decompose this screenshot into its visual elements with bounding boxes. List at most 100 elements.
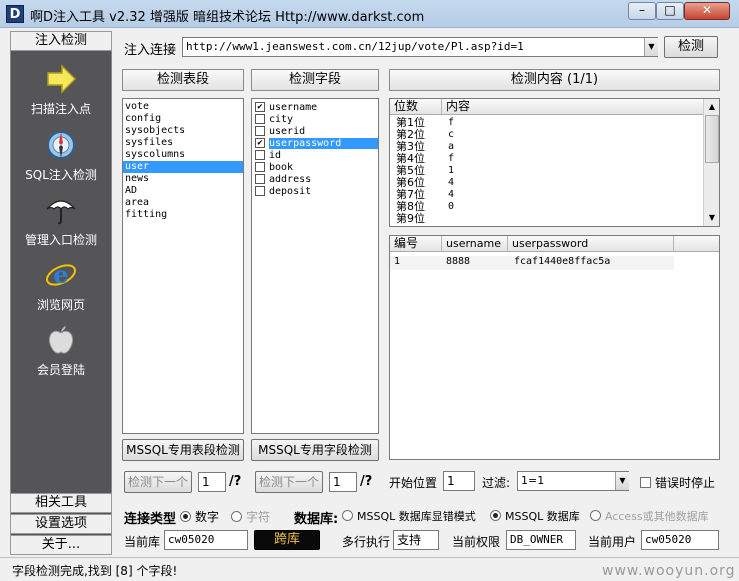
filter-dropdown-icon[interactable]: ▼: [615, 472, 629, 490]
table-next-button[interactable]: 检测下一个: [124, 471, 192, 493]
sidebar-item-member-login[interactable]: 会员登陆: [10, 323, 112, 378]
maximize-button[interactable]: □: [656, 2, 684, 20]
sidebar-item-admin-detect[interactable]: 管理入口检测: [10, 193, 112, 248]
db-access-radio[interactable]: Access或其他数据库: [590, 508, 709, 524]
checkbox-icon[interactable]: [255, 126, 265, 136]
digit-row[interactable]: 第1位 f: [390, 117, 704, 129]
column-header-id[interactable]: 编号: [390, 236, 442, 252]
checkbox-icon[interactable]: [255, 114, 265, 124]
table-list-item[interactable]: vote: [123, 101, 243, 113]
sidebar-tab-injection-detect[interactable]: 注入检测: [10, 31, 112, 51]
radio-on-icon[interactable]: [180, 511, 191, 522]
table-list-item[interactable]: syscolumns: [123, 149, 243, 161]
column-header-username[interactable]: username: [442, 236, 508, 252]
sidebar-item-sql-detect[interactable]: SQL注入检测: [10, 128, 112, 183]
checkbox-icon[interactable]: [255, 174, 265, 184]
field-label: userid: [269, 125, 306, 137]
sidebar-tab-settings[interactable]: 设置选项: [10, 514, 112, 534]
fields-list[interactable]: ✔ username city userid ✔ userpassword id book ad…: [251, 98, 379, 434]
content-panel-header[interactable]: 检测内容 (1/1): [389, 69, 720, 91]
result-grid[interactable]: 编号 username userpassword 1 8888 fcaf1440e8…: [389, 235, 720, 460]
umbrella-icon: [46, 200, 76, 225]
table-list-item[interactable]: news: [123, 173, 243, 185]
cross-db-button[interactable]: 跨库: [254, 530, 320, 550]
field-list-item[interactable]: userid: [252, 125, 378, 137]
stop-on-error-checkbox[interactable]: 错误时停止: [640, 474, 715, 491]
sidebar-item-scan[interactable]: 扫描注入点: [10, 62, 112, 117]
sidebar-tab-about[interactable]: 关于...: [10, 535, 112, 555]
digit-grid[interactable]: 位数 内容 第1位 f 第2位 c 第3位 a 第4位 f 第5位 1 第6位 4 第7位 4 第8位 0 第9…: [389, 98, 720, 227]
digit-row[interactable]: 第5位 1: [390, 165, 704, 177]
url-input[interactable]: http://www1.jeanswest.com.cn/12jup/vote/…: [182, 37, 658, 57]
field-next-button[interactable]: 检测下一个: [255, 471, 323, 493]
current-permission-input[interactable]: DB_OWNER: [506, 530, 576, 550]
digit-row[interactable]: 第8位 0: [390, 201, 704, 213]
db-mssql-error-radio[interactable]: MSSQL 数据库显错模式: [342, 508, 476, 524]
checkbox-icon[interactable]: [640, 477, 651, 488]
sidebar-tab-tools[interactable]: 相关工具: [10, 493, 112, 513]
db-mssql-radio[interactable]: MSSQL 数据库: [490, 508, 580, 524]
scroll-down-icon[interactable]: ▼: [704, 210, 719, 226]
table-list-item[interactable]: AD: [123, 185, 243, 197]
table-list-item[interactable]: config: [123, 113, 243, 125]
field-label: address: [269, 173, 312, 185]
field-list-item[interactable]: deposit: [252, 185, 378, 197]
column-header-userpassword[interactable]: userpassword: [508, 236, 674, 252]
field-list-item[interactable]: id: [252, 149, 378, 161]
field-list-item[interactable]: book: [252, 161, 378, 173]
mssql-field-detect-button[interactable]: MSSQL专用字段检测: [251, 439, 379, 461]
table-list-item[interactable]: area: [123, 197, 243, 209]
url-dropdown-icon[interactable]: ▼: [644, 38, 658, 56]
checkbox-icon[interactable]: [255, 150, 265, 160]
field-list-item[interactable]: city: [252, 113, 378, 125]
current-user-input[interactable]: cw05020: [641, 530, 719, 550]
radio-on-icon[interactable]: [490, 510, 501, 521]
table-list-item[interactable]: user: [123, 161, 243, 173]
radio-off-icon[interactable]: [231, 511, 242, 522]
checkbox-icon[interactable]: [255, 162, 265, 172]
column-header-digit[interactable]: 位数: [390, 99, 442, 115]
checkbox-checked-icon[interactable]: ✔: [255, 102, 265, 112]
fields-panel-header[interactable]: 检测字段: [251, 69, 379, 91]
tables-panel-header[interactable]: 检测表段: [122, 69, 244, 91]
sidebar-item-label: SQL注入检测: [25, 168, 97, 182]
filter-select[interactable]: 1=1: [517, 471, 629, 491]
field-count-input[interactable]: 1: [329, 472, 357, 492]
digit-row[interactable]: 第3位 a: [390, 141, 704, 153]
scroll-thumb[interactable]: [705, 115, 719, 163]
conn-char-radio[interactable]: 字符: [231, 508, 270, 525]
field-list-item[interactable]: address: [252, 173, 378, 185]
close-button[interactable]: ✕: [684, 2, 730, 20]
mssql-table-detect-button[interactable]: MSSQL专用表段检测: [122, 439, 244, 461]
start-position-input[interactable]: 1: [443, 471, 475, 491]
start-position-label: 开始位置: [389, 476, 438, 490]
digit-row[interactable]: 第6位 4: [390, 177, 704, 189]
digit-row[interactable]: 第2位 c: [390, 129, 704, 141]
current-db-input[interactable]: cw05020: [164, 530, 248, 550]
minimize-button[interactable]: –: [628, 2, 656, 20]
table-list-item[interactable]: sysfiles: [123, 137, 243, 149]
sidebar-item-browse[interactable]: e 浏览网页: [10, 258, 112, 313]
detect-button[interactable]: 检测: [664, 36, 718, 58]
digit-position: 第9位: [396, 212, 425, 225]
scroll-up-icon[interactable]: ▲: [704, 99, 719, 115]
field-list-item[interactable]: ✔ userpassword: [252, 137, 378, 149]
conn-char-label: 字符: [246, 510, 271, 524]
field-list-item[interactable]: ✔ username: [252, 101, 378, 113]
table-count-input[interactable]: 1: [198, 472, 226, 492]
table-list-item[interactable]: fitting: [123, 209, 243, 221]
digit-row[interactable]: 第4位 f: [390, 153, 704, 165]
radio-off-icon[interactable]: [342, 510, 353, 521]
radio-off-icon[interactable]: [590, 510, 601, 521]
checkbox-icon[interactable]: [255, 186, 265, 196]
digit-row[interactable]: 第7位 4: [390, 189, 704, 201]
conn-numeric-radio[interactable]: 数字: [180, 508, 219, 525]
result-row[interactable]: 1 8888 fcaf1440e8ffac5a: [390, 256, 674, 270]
multiline-input[interactable]: 支持: [393, 530, 439, 550]
checkbox-checked-icon[interactable]: ✔: [255, 138, 265, 148]
digit-grid-scrollbar[interactable]: ▲ ▼: [703, 99, 719, 226]
table-list-item[interactable]: sysobjects: [123, 125, 243, 137]
tables-list[interactable]: vote config sysobjects sysfiles syscolumns us…: [122, 98, 244, 434]
column-header-content[interactable]: 内容: [442, 99, 704, 115]
digit-row[interactable]: 第9位: [390, 213, 704, 225]
